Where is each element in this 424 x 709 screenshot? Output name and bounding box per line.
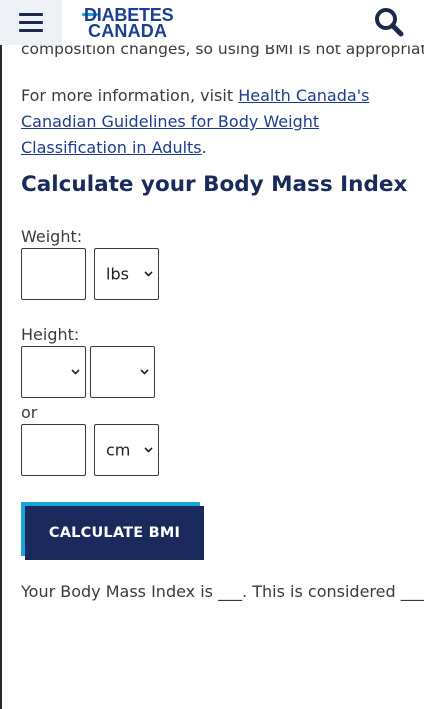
height-feet-select[interactable] — [21, 346, 86, 398]
chevron-down-icon — [71, 369, 80, 375]
calculate-button-wrapper: CALCULATE BMI — [21, 502, 204, 560]
diabetes-canada-logo[interactable]: DIABETES CANADA — [82, 6, 182, 41]
or-label: or — [21, 403, 38, 422]
chevron-down-icon — [140, 369, 149, 375]
weight-label: Weight: — [21, 227, 83, 246]
search-button[interactable] — [372, 6, 406, 38]
menu-button[interactable] — [0, 0, 62, 45]
info-prefix: For more information, visit — [21, 86, 239, 105]
height-inches-select[interactable] — [90, 346, 155, 398]
info-suffix: . — [201, 138, 207, 157]
search-icon — [375, 8, 404, 37]
logo-line-2: CANADA — [88, 21, 168, 41]
bmi-result-text: Your Body Mass Index is ___. This is con… — [21, 582, 424, 601]
weight-unit-value: lbs — [106, 264, 129, 284]
weight-input[interactable] — [21, 248, 86, 300]
height-input[interactable] — [21, 424, 86, 476]
site-header: DIABETES CANADA — [0, 0, 424, 45]
hamburger-menu-icon — [19, 12, 43, 33]
height-label: Height: — [21, 325, 80, 344]
chevron-down-icon — [144, 447, 153, 453]
height-unit-value: cm — [106, 440, 131, 460]
page-left-border — [0, 0, 2, 709]
height-unit-select[interactable]: cm — [94, 424, 159, 476]
weight-unit-select[interactable]: lbs — [94, 248, 159, 300]
calculate-bmi-button[interactable]: CALCULATE BMI — [25, 506, 204, 560]
section-title: Calculate your Body Mass Index — [21, 172, 408, 197]
info-paragraph: For more information, visit Health Canad… — [21, 83, 421, 161]
chevron-down-icon — [144, 271, 153, 277]
